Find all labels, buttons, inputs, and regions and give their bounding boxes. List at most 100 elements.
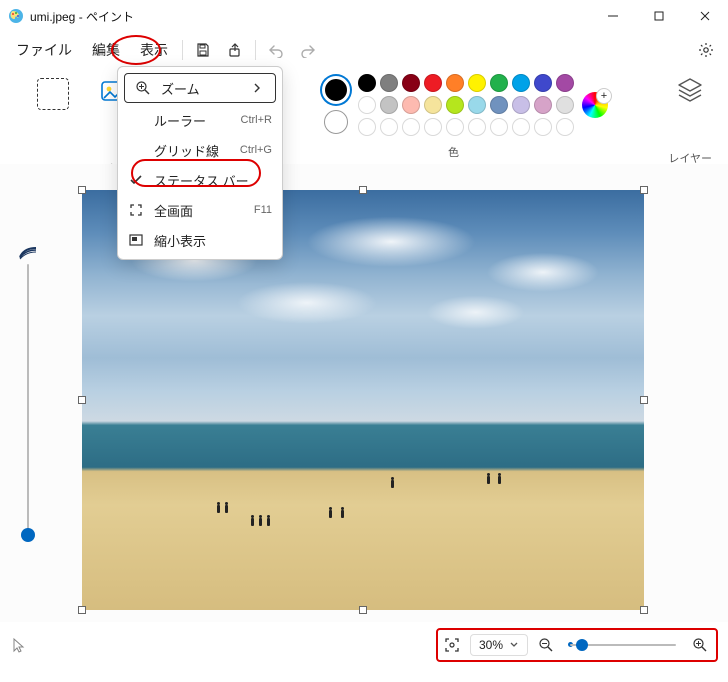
- color-swatch[interactable]: [468, 118, 486, 136]
- zoom-slider-thumb[interactable]: [576, 639, 588, 651]
- titlebar: umi.jpeg - ペイント: [0, 0, 728, 32]
- ribbon-label-color: 色: [448, 144, 459, 160]
- color-swatch[interactable]: [534, 118, 552, 136]
- color-swatch[interactable]: [534, 74, 552, 92]
- window-title: umi.jpeg - ペイント: [30, 8, 590, 25]
- chevron-right-icon: [249, 80, 265, 96]
- color-swatch[interactable]: [468, 74, 486, 92]
- layers-icon[interactable]: [676, 76, 704, 104]
- current-colors: [322, 76, 350, 134]
- share-button[interactable]: [219, 34, 251, 66]
- menubar: ファイル 編集 表示: [0, 32, 728, 68]
- color-swatch[interactable]: [380, 74, 398, 92]
- ruler-shortcut: Ctrl+R: [241, 114, 272, 126]
- color-swatch[interactable]: [490, 74, 508, 92]
- resize-handle-tm[interactable]: [359, 186, 367, 194]
- resize-handle-bl[interactable]: [78, 606, 86, 614]
- color-swatch[interactable]: [446, 74, 464, 92]
- fullscreen-label: 全画面: [154, 201, 193, 220]
- brush-size-slider[interactable]: [18, 246, 38, 546]
- brush-slider-track: [27, 264, 29, 540]
- color-swatch[interactable]: [424, 74, 442, 92]
- resize-handle-ml[interactable]: [78, 396, 86, 404]
- undo-button[interactable]: [260, 34, 292, 66]
- color-swatch[interactable]: [556, 118, 574, 136]
- zoom-submenu[interactable]: ズーム: [124, 73, 276, 103]
- fullscreen-shortcut: F11: [254, 204, 272, 216]
- fit-screen-icon[interactable]: [444, 637, 460, 653]
- grid-label: グリッド線: [154, 141, 219, 160]
- fullscreen-toggle[interactable]: 全画面 F11: [118, 195, 282, 225]
- canvas-stage: [0, 164, 728, 622]
- color-swatch[interactable]: [402, 118, 420, 136]
- fullscreen-icon: [128, 202, 144, 218]
- minimize-button[interactable]: [590, 0, 636, 32]
- color-swatch[interactable]: [534, 96, 552, 114]
- check-icon: [128, 172, 144, 188]
- color-swatch[interactable]: [446, 96, 464, 114]
- save-button[interactable]: [187, 34, 219, 66]
- statusbar-toggle[interactable]: ステータス バー: [118, 165, 282, 195]
- ribbon-group-layers: レイヤー: [668, 76, 712, 166]
- thumbnail-label: 縮小表示: [154, 231, 206, 250]
- brush-size-indicator-icon: [18, 246, 38, 260]
- color-swatch[interactable]: [402, 74, 420, 92]
- grid-shortcut: Ctrl+G: [240, 144, 272, 156]
- color-swatch[interactable]: [512, 74, 530, 92]
- color-palette: [358, 74, 574, 136]
- close-button[interactable]: [682, 0, 728, 32]
- highlight-zoom-controls: 30%: [436, 628, 718, 662]
- color-swatch[interactable]: [358, 118, 376, 136]
- color-swatch[interactable]: [380, 118, 398, 136]
- color-swatch[interactable]: [556, 96, 574, 114]
- zoom-out-icon[interactable]: [538, 637, 554, 653]
- thumbnail-toggle[interactable]: 縮小表示: [118, 225, 282, 255]
- menu-view[interactable]: 表示: [130, 34, 178, 66]
- color-swatch[interactable]: [490, 96, 508, 114]
- resize-handle-tl[interactable]: [78, 186, 86, 194]
- paint-app-icon: [8, 8, 24, 24]
- secondary-color-swatch[interactable]: [324, 110, 348, 134]
- primary-color-swatch[interactable]: [322, 76, 350, 104]
- grid-toggle[interactable]: グリッド線 Ctrl+G: [118, 135, 282, 165]
- menu-separator: [255, 40, 256, 60]
- color-swatch[interactable]: [358, 74, 376, 92]
- color-swatch[interactable]: [446, 118, 464, 136]
- ruler-label: ルーラー: [154, 111, 206, 130]
- selection-tool-icon[interactable]: [37, 78, 69, 110]
- statusbar-label: ステータス バー: [154, 171, 249, 190]
- menu-file[interactable]: ファイル: [6, 34, 82, 66]
- zoom-in-icon: [135, 80, 151, 96]
- color-swatch[interactable]: [468, 96, 486, 114]
- zoom-label: ズーム: [161, 79, 200, 98]
- cursor-icon: [10, 637, 26, 653]
- zoom-value: 30%: [479, 638, 503, 652]
- color-swatch[interactable]: [556, 74, 574, 92]
- resize-handle-tr[interactable]: [640, 186, 648, 194]
- color-swatch[interactable]: [358, 96, 376, 114]
- zoom-level-dropdown[interactable]: 30%: [470, 634, 528, 656]
- color-swatch[interactable]: [424, 96, 442, 114]
- color-swatch[interactable]: [424, 118, 442, 136]
- zoom-in-icon[interactable]: [692, 637, 708, 653]
- resize-handle-mr[interactable]: [640, 396, 648, 404]
- resize-handle-br[interactable]: [640, 606, 648, 614]
- statusbar: 30%: [0, 622, 728, 668]
- redo-button[interactable]: [292, 34, 324, 66]
- ruler-toggle[interactable]: ルーラー Ctrl+R: [118, 105, 282, 135]
- settings-button[interactable]: [690, 34, 722, 66]
- resize-handle-bm[interactable]: [359, 606, 367, 614]
- view-dropdown: ズーム ルーラー Ctrl+R グリッド線 Ctrl+G ステータス バー 全画…: [117, 66, 283, 260]
- brush-slider-thumb[interactable]: [21, 528, 35, 542]
- zoom-slider[interactable]: [564, 636, 682, 654]
- edit-colors-button[interactable]: [582, 92, 608, 118]
- color-swatch[interactable]: [402, 96, 420, 114]
- menu-edit[interactable]: 編集: [82, 34, 130, 66]
- menu-separator: [182, 40, 183, 60]
- color-swatch[interactable]: [490, 118, 508, 136]
- color-swatch[interactable]: [512, 118, 530, 136]
- color-swatch[interactable]: [380, 96, 398, 114]
- color-swatch[interactable]: [512, 96, 530, 114]
- thumbnail-icon: [128, 232, 144, 248]
- maximize-button[interactable]: [636, 0, 682, 32]
